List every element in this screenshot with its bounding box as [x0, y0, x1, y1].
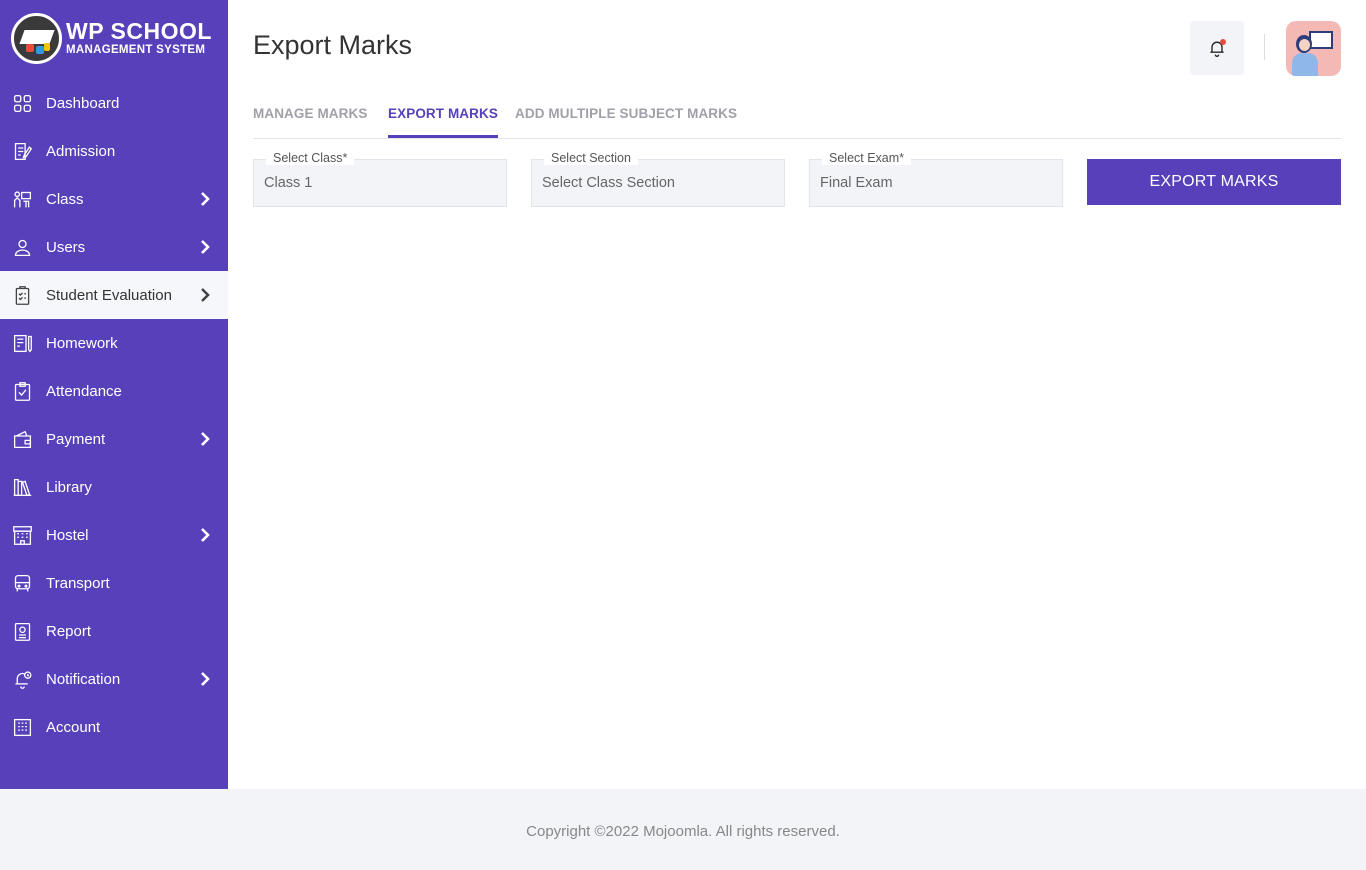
sidebar-item-users[interactable]: Users	[0, 223, 228, 271]
bus-icon	[11, 572, 33, 594]
sidebar-item-label: Admission	[46, 142, 116, 160]
chevron-right-icon	[200, 527, 210, 543]
select-section-field[interactable]: Select Section Select Class Section	[531, 151, 785, 207]
select-section-value: Select Class Section	[542, 175, 675, 191]
chevron-right-icon	[200, 287, 210, 303]
user-avatar[interactable]	[1286, 21, 1341, 76]
logo-title: WP SCHOOL	[66, 17, 212, 44]
main-content: Export Marks MANAGE MARKS EXPORT MARKS A…	[228, 0, 1366, 789]
sidebar-item-label: Payment	[46, 430, 106, 448]
chevron-right-icon	[200, 191, 210, 207]
header-divider	[1264, 34, 1265, 60]
export-marks-button[interactable]: EXPORT MARKS	[1087, 159, 1341, 205]
copyright-text: Copyright ©2022 Mojoomla. All rights res…	[526, 823, 840, 840]
sidebar-item-library[interactable]: Library	[0, 463, 228, 511]
select-exam-value: Final Exam	[820, 175, 893, 191]
sidebar-item-label: Class	[46, 190, 84, 208]
tab-export-marks[interactable]: EXPORT MARKS	[388, 106, 498, 138]
sidebar-item-label: Users	[46, 238, 86, 256]
chevron-right-icon	[200, 671, 210, 687]
sidebar-item-label: Homework	[46, 334, 118, 352]
tab-add-multiple-subject-marks[interactable]: ADD MULTIPLE SUBJECT MARKS	[515, 106, 737, 138]
sidebar-item-hostel[interactable]: Hostel	[0, 511, 228, 559]
sidebar-item-payment[interactable]: Payment	[0, 415, 228, 463]
app-logo[interactable]: WP SCHOOL MANAGEMENT SYSTEM	[11, 12, 212, 64]
sidebar-item-notification[interactable]: Notification	[0, 655, 228, 703]
tab-manage-marks[interactable]: MANAGE MARKS	[253, 106, 367, 138]
account-icon	[11, 716, 33, 738]
clipboard-icon	[11, 284, 33, 306]
logo-subtitle: MANAGEMENT SYSTEM	[66, 43, 206, 56]
sidebar-item-student-evaluation[interactable]: Student Evaluation	[0, 271, 228, 319]
homework-icon	[11, 332, 33, 354]
class-icon	[11, 188, 33, 210]
library-icon	[11, 476, 33, 498]
footer: Copyright ©2022 Mojoomla. All rights res…	[0, 789, 1366, 870]
dashboard-icon	[11, 92, 33, 114]
select-section-label: Select Section	[544, 151, 638, 165]
logo-emblem-icon	[11, 12, 62, 64]
sidebar-item-label: Attendance	[46, 382, 122, 400]
notification-button[interactable]	[1190, 21, 1244, 75]
sidebar-item-transport[interactable]: Transport	[0, 559, 228, 607]
hostel-icon	[11, 524, 33, 546]
sidebar-item-label: Report	[46, 622, 92, 640]
sidebar-item-label: Account	[46, 718, 101, 736]
user-icon	[11, 236, 33, 258]
chevron-right-icon	[200, 239, 210, 255]
select-class-field[interactable]: Select Class* Class 1	[253, 151, 507, 207]
select-exam-label: Select Exam*	[822, 151, 912, 165]
sidebar-item-label: Hostel	[46, 526, 89, 544]
sidebar-item-label: Transport	[46, 574, 110, 592]
select-class-label: Select Class*	[266, 151, 355, 165]
sidebar-item-account[interactable]: Account	[0, 703, 228, 751]
page-title: Export Marks	[253, 30, 413, 60]
sidebar-item-label: Notification	[46, 670, 121, 688]
sidebar-item-label: Student Evaluation	[46, 286, 172, 304]
sidebar-item-homework[interactable]: Homework	[0, 319, 228, 367]
sidebar-menu: Dashboard Admission Class Users Student …	[0, 79, 228, 751]
notification-dot	[1220, 39, 1226, 45]
sidebar-item-class[interactable]: Class	[0, 175, 228, 223]
chevron-right-icon	[200, 431, 210, 447]
select-class-value: Class 1	[264, 175, 313, 191]
report-icon	[11, 620, 33, 642]
select-exam-field[interactable]: Select Exam* Final Exam	[809, 151, 1063, 207]
sidebar-item-dashboard[interactable]: Dashboard	[0, 79, 228, 127]
wallet-icon	[11, 428, 33, 450]
sidebar-item-attendance[interactable]: Attendance	[0, 367, 228, 415]
sidebar-item-label: Library	[46, 478, 92, 496]
sidebar: WP SCHOOL MANAGEMENT SYSTEM Dashboard Ad…	[0, 0, 228, 789]
attendance-icon	[11, 380, 33, 402]
notification-icon	[11, 668, 33, 690]
marks-tabs: MANAGE MARKS EXPORT MARKS ADD MULTIPLE S…	[253, 98, 1341, 139]
sidebar-item-label: Dashboard	[46, 94, 120, 112]
sidebar-item-report[interactable]: Report	[0, 607, 228, 655]
admission-icon	[11, 140, 33, 162]
sidebar-item-admission[interactable]: Admission	[0, 127, 228, 175]
